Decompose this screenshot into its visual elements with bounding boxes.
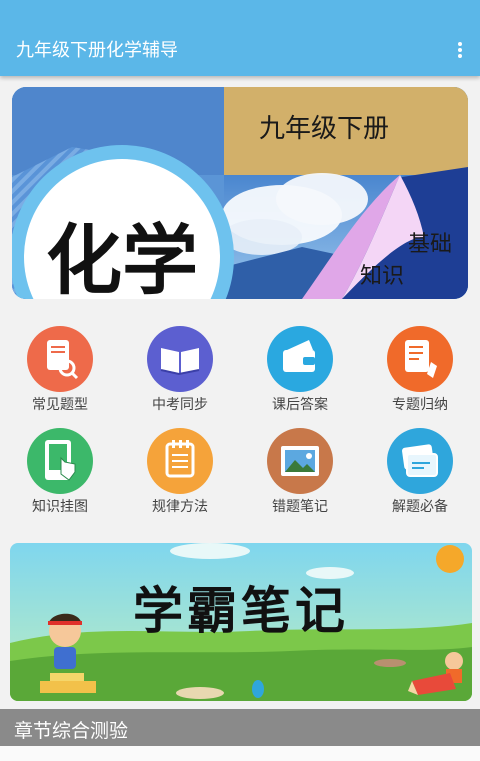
magnifier-document-icon: [27, 326, 93, 392]
menu-item-label: 专题归纳: [392, 397, 448, 413]
app-bar: 九年级下册化学辅导: [0, 0, 480, 76]
menu-item-rules-methods[interactable]: 规律方法: [120, 428, 240, 528]
menu-item-topic-summary[interactable]: 专题归纳: [360, 326, 480, 426]
open-book-icon: [147, 326, 213, 392]
wallet-icon: [267, 326, 333, 392]
banner-subject: 化学: [46, 216, 198, 299]
section-title: 章节综合测验: [14, 720, 129, 742]
menu-item-common-question-types[interactable]: 常见题型: [0, 326, 120, 426]
menu-item-label: 知识挂图: [32, 499, 88, 515]
banner-grade-label: 九年级下册: [259, 114, 389, 144]
overflow-menu-icon[interactable]: [454, 40, 466, 60]
notepad-icon: [147, 428, 213, 494]
menu-item-label: 解题必备: [392, 499, 448, 515]
pencil-note-icon: [387, 326, 453, 392]
cards-icon: [387, 428, 453, 494]
list-area: [0, 746, 480, 761]
banner-tagline-1: 基础: [408, 232, 452, 257]
app-title: 九年级下册化学辅导: [16, 40, 178, 61]
banner-tagline-2: 知识: [360, 264, 404, 289]
textbook-banner[interactable]: 九年级下册 化学 基础 知识: [12, 87, 468, 299]
study-notes-title: 学霸笔记: [133, 582, 349, 640]
menu-item-mistake-notes[interactable]: 错题笔记: [240, 428, 360, 528]
menu-item-knowledge-charts[interactable]: 知识挂图: [0, 428, 120, 528]
menu-item-label: 中考同步: [152, 397, 208, 413]
menu-item-solving-essentials[interactable]: 解题必备: [360, 428, 480, 528]
menu-item-label: 常见题型: [32, 397, 88, 413]
picture-icon: [267, 428, 333, 494]
menu-item-homework-answers[interactable]: 课后答案: [240, 326, 360, 426]
menu-item-exam-sync[interactable]: 中考同步: [120, 326, 240, 426]
menu-item-label: 课后答案: [272, 397, 328, 413]
textbook-cover-art: 九年级下册 化学 基础 知识: [12, 87, 468, 299]
study-notes-banner[interactable]: 学霸笔记: [10, 543, 472, 701]
menu-item-label: 错题笔记: [272, 499, 328, 515]
menu-item-label: 规律方法: [152, 499, 208, 515]
section-header[interactable]: 章节综合测验: [0, 709, 480, 746]
touch-hand-icon: [27, 428, 93, 494]
